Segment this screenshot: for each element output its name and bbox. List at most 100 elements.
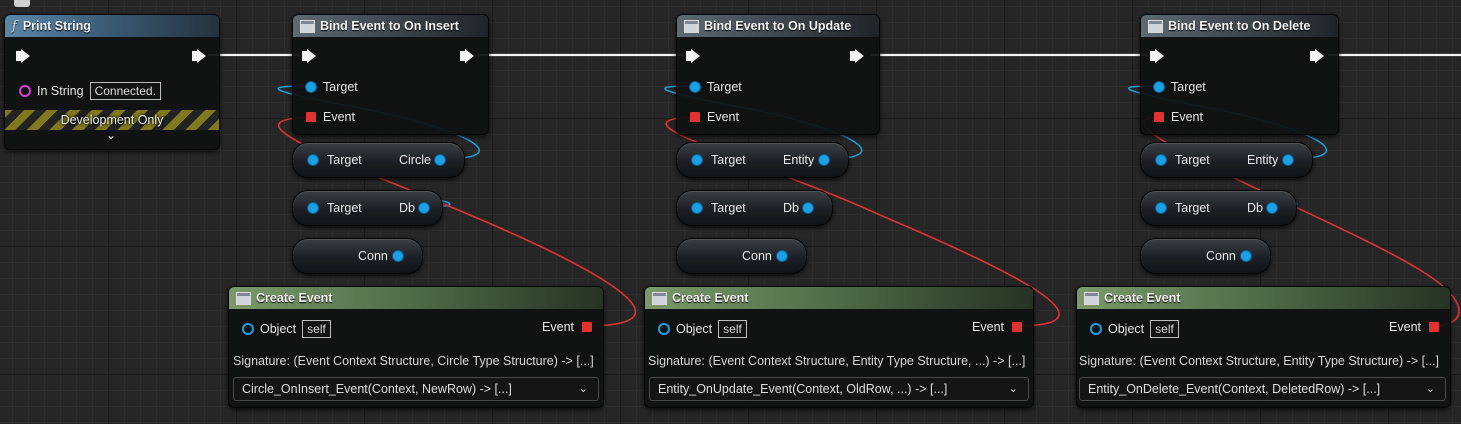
object-label: Object: [1108, 322, 1145, 336]
target-label: Target: [323, 80, 358, 94]
exec-in-pin[interactable]: [686, 49, 700, 63]
output-label: Conn: [1206, 249, 1236, 263]
print-string-node[interactable]: f Print String In String Connected. Deve…: [4, 14, 220, 150]
get-db-node[interactable]: Target Db: [676, 190, 833, 226]
target-pin[interactable]: [308, 155, 318, 165]
event-output-pin[interactable]: [582, 322, 592, 332]
signature-text: Signature: (Event Context Structure, Cir…: [233, 354, 594, 368]
node-icon: [1084, 291, 1099, 305]
create-event-header-3[interactable]: Create Event: [1077, 287, 1450, 309]
bind-event-header-1[interactable]: Bind Event to On Insert: [293, 15, 488, 37]
get-conn-node[interactable]: Conn: [1140, 238, 1271, 274]
event-output-row: Event: [542, 320, 592, 334]
entity-output-pin[interactable]: [819, 155, 829, 165]
target-pin[interactable]: [306, 82, 316, 92]
circle-output-pin[interactable]: [435, 155, 445, 165]
exec-in-pin[interactable]: [1150, 49, 1164, 63]
event-pin[interactable]: [1154, 112, 1164, 122]
event-label: Event: [323, 110, 355, 124]
node-icon: [684, 19, 699, 33]
bind-event-header-2[interactable]: Bind Event to On Update: [677, 15, 879, 37]
object-label: Object: [676, 322, 713, 336]
event-pin[interactable]: [306, 112, 316, 122]
target-pin[interactable]: [692, 155, 702, 165]
in-string-value[interactable]: Connected.: [89, 82, 161, 100]
create-event-node-2[interactable]: Create Event Object self Event Signature…: [644, 286, 1034, 408]
target-row: Target: [1154, 80, 1206, 94]
object-pin[interactable]: [1090, 323, 1102, 335]
target-pin[interactable]: [1156, 155, 1166, 165]
object-value[interactable]: self: [1150, 320, 1179, 338]
comment-bubble-icon[interactable]: [14, 0, 30, 7]
event-label: Event: [542, 320, 574, 334]
get-conn-node[interactable]: Conn: [676, 238, 807, 274]
chevron-down-icon: ⌄: [1425, 383, 1435, 395]
event-row: Event: [306, 110, 355, 124]
function-dropdown[interactable]: Entity_OnUpdate_Event(Context, OldRow, .…: [649, 377, 1029, 401]
db-output-pin[interactable]: [1267, 203, 1277, 213]
object-row: Object self: [1090, 320, 1179, 338]
expand-chevron-icon[interactable]: ⌄: [106, 128, 116, 142]
chevron-down-icon: ⌄: [1008, 383, 1018, 395]
entity-output-pin[interactable]: [1283, 155, 1293, 165]
exec-out-pin[interactable]: [192, 49, 206, 63]
create-event-node-1[interactable]: Create Event Object self Event Signature…: [228, 286, 604, 408]
conn-output-pin[interactable]: [777, 251, 787, 261]
function-dropdown-value: Circle_OnInsert_Event(Context, NewRow) -…: [242, 382, 512, 396]
get-db-node[interactable]: Target Db: [292, 190, 443, 226]
get-circle-node[interactable]: Target Circle: [292, 142, 465, 178]
get-entity-node[interactable]: Target Entity: [1140, 142, 1313, 178]
output-label: Db: [399, 201, 415, 215]
object-value[interactable]: self: [302, 320, 331, 338]
development-only-banner: Development Only: [5, 110, 219, 130]
create-event-node-3[interactable]: Create Event Object self Event Signature…: [1076, 286, 1451, 408]
node-icon: [300, 19, 315, 33]
create-event-header-2[interactable]: Create Event: [645, 287, 1033, 309]
target-label: Target: [1175, 153, 1210, 167]
in-string-pin[interactable]: [19, 85, 31, 97]
exec-out-pin[interactable]: [1310, 49, 1324, 63]
target-pin[interactable]: [690, 82, 700, 92]
exec-in-pin[interactable]: [16, 49, 30, 63]
output-label: Conn: [358, 249, 388, 263]
bind-event-header-3[interactable]: Bind Event to On Delete: [1141, 15, 1338, 37]
function-dropdown[interactable]: Entity_OnDelete_Event(Context, DeletedRo…: [1079, 377, 1446, 401]
function-dropdown[interactable]: Circle_OnInsert_Event(Context, NewRow) -…: [233, 377, 599, 401]
get-conn-node[interactable]: Conn: [292, 238, 423, 274]
event-row: Event: [1154, 110, 1203, 124]
object-value[interactable]: self: [718, 320, 747, 338]
conn-output-pin[interactable]: [1241, 251, 1251, 261]
function-dropdown-value: Entity_OnUpdate_Event(Context, OldRow, .…: [658, 382, 948, 396]
target-pin[interactable]: [308, 203, 318, 213]
exec-in-pin[interactable]: [302, 49, 316, 63]
bind-event-node-2[interactable]: Bind Event to On Update Target Event: [676, 14, 880, 135]
print-string-header[interactable]: f Print String: [5, 15, 219, 37]
event-output-pin[interactable]: [1429, 322, 1439, 332]
event-pin[interactable]: [690, 112, 700, 122]
exec-out-pin[interactable]: [460, 49, 474, 63]
bind-event-node-1[interactable]: Bind Event to On Insert Target Event: [292, 14, 489, 135]
get-entity-node[interactable]: Target Entity: [676, 142, 849, 178]
target-pin[interactable]: [1154, 82, 1164, 92]
event-row: Event: [690, 110, 739, 124]
bind-event-title-2: Bind Event to On Update: [704, 19, 852, 33]
target-label: Target: [711, 153, 746, 167]
in-string-row: In String Connected.: [19, 82, 161, 100]
object-pin[interactable]: [242, 323, 254, 335]
target-row: Target: [306, 80, 358, 94]
target-pin[interactable]: [692, 203, 702, 213]
create-event-header-1[interactable]: Create Event: [229, 287, 603, 309]
event-output-pin[interactable]: [1012, 322, 1022, 332]
object-pin[interactable]: [658, 323, 670, 335]
exec-out-pin[interactable]: [850, 49, 864, 63]
db-output-pin[interactable]: [803, 203, 813, 213]
conn-output-pin[interactable]: [393, 251, 403, 261]
db-output-pin[interactable]: [419, 203, 429, 213]
target-pin[interactable]: [1156, 203, 1166, 213]
function-icon: f: [12, 18, 17, 34]
get-db-node[interactable]: Target Db: [1140, 190, 1297, 226]
signature-text: Signature: (Event Context Structure, Ent…: [1079, 354, 1439, 368]
node-icon: [1148, 19, 1163, 33]
bind-event-node-3[interactable]: Bind Event to On Delete Target Event: [1140, 14, 1339, 135]
event-output-row: Event: [972, 320, 1022, 334]
